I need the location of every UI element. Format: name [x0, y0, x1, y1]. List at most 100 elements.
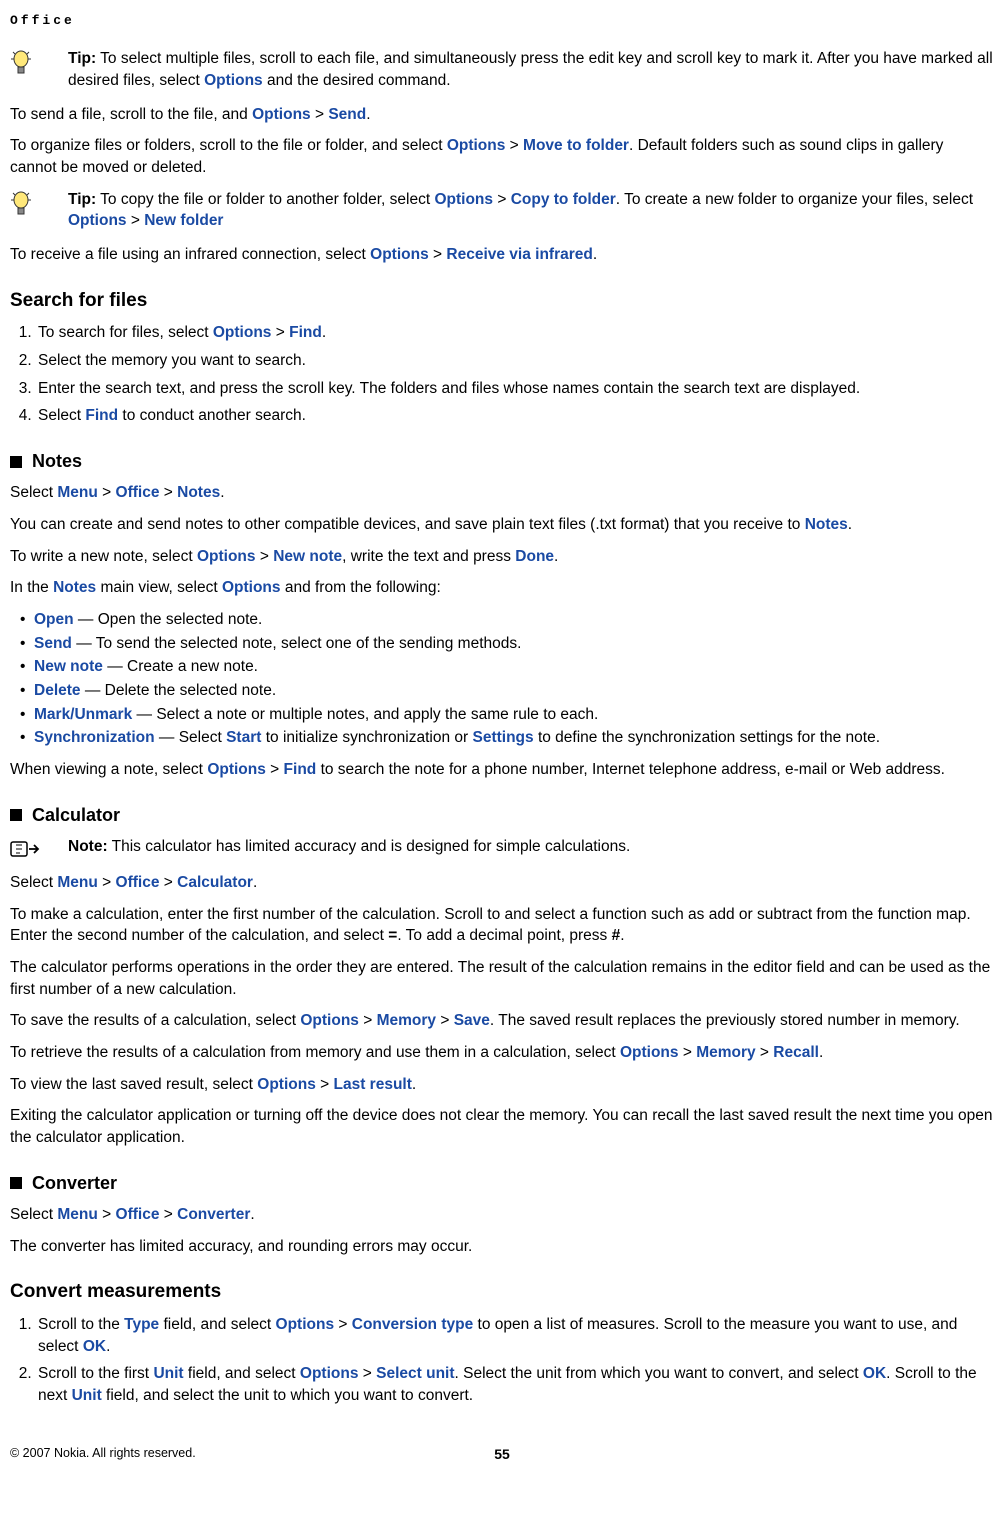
square-bullet-icon [10, 1177, 22, 1189]
paragraph-infrared: To receive a file using an infrared conn… [10, 244, 994, 266]
memory-link: Memory [696, 1044, 755, 1061]
list-item: Scroll to the first Unit field, and sele… [36, 1363, 994, 1406]
gt: > [98, 484, 116, 501]
synchronization-link: Synchronization [34, 729, 155, 746]
gt: > [159, 874, 177, 891]
type-link: Type [124, 1316, 159, 1333]
tip2-t2: . To create a new folder to organize you… [616, 191, 973, 208]
note-text: Note: This calculator has limited accura… [68, 836, 630, 858]
t: Select [10, 1206, 57, 1223]
options-link: Options [197, 548, 256, 565]
notes-path: Select Menu > Office > Notes. [10, 482, 994, 504]
gt: > [429, 246, 447, 263]
options-link: Options [257, 1076, 316, 1093]
done-link: Done [515, 548, 554, 565]
t: — Delete the selected note. [81, 682, 277, 699]
t: . [412, 1076, 416, 1093]
tip-label: Tip: [68, 191, 96, 208]
paragraph-organize: To organize files or folders, scroll to … [10, 135, 994, 178]
hash-key: # [612, 927, 621, 944]
t: main view, select [96, 579, 222, 596]
list-item: •Send — To send the selected note, selec… [20, 633, 994, 655]
t: to search the note for a phone number, I… [316, 761, 945, 778]
gt: > [679, 1044, 697, 1061]
gt: > [98, 1206, 116, 1223]
notes-desc: You can create and send notes to other c… [10, 514, 994, 536]
t: . To add a decimal point, press [397, 927, 611, 944]
t: — Create a new note. [103, 658, 258, 675]
find-link: Find [85, 407, 118, 424]
calculator-link: Calculator [177, 874, 253, 891]
gt: > [127, 212, 145, 229]
t: To search for files, select [38, 324, 213, 341]
gt: > [316, 1076, 334, 1093]
options-link: Options [370, 246, 429, 263]
notes-find: When viewing a note, select Options > Fi… [10, 759, 994, 781]
t: to define the synchronization settings f… [534, 729, 880, 746]
find-link: Find [284, 761, 317, 778]
t: . [250, 1206, 254, 1223]
square-bullet-icon [10, 456, 22, 468]
t: Scroll to the first [38, 1365, 153, 1382]
recall-link: Recall [773, 1044, 819, 1061]
calc-exit: Exiting the calculator application or tu… [10, 1105, 994, 1148]
new-note-link: New note [34, 658, 103, 675]
ok-link: OK [863, 1365, 886, 1382]
office-link: Office [116, 1206, 160, 1223]
copy-to-folder-link: Copy to folder [511, 191, 616, 208]
notes-write: To write a new note, select Options > Ne… [10, 546, 994, 568]
new-folder-link: New folder [144, 212, 223, 229]
square-bullet-icon [10, 809, 22, 821]
t: To retrieve the results of a calculation… [10, 1044, 620, 1061]
gt: > [359, 1012, 377, 1029]
t: When viewing a note, select [10, 761, 207, 778]
notes-title: Notes [32, 449, 82, 474]
convert-steps-list: Scroll to the Type field, and select Opt… [10, 1314, 994, 1407]
p3-t1: To receive a file using an infrared conn… [10, 246, 370, 263]
gt: > [159, 1206, 177, 1223]
move-to-folder-link: Move to folder [523, 137, 629, 154]
heading-calculator: Calculator [10, 803, 994, 828]
start-link: Start [226, 729, 261, 746]
options-link: Options [447, 137, 506, 154]
list-item: Scroll to the Type field, and select Opt… [36, 1314, 994, 1357]
calc-recall: To retrieve the results of a calculation… [10, 1042, 994, 1064]
options-link: Options [620, 1044, 679, 1061]
t: Select [38, 407, 85, 424]
t: — Select [155, 729, 227, 746]
t: To view the last saved result, select [10, 1076, 257, 1093]
list-item: •New note — Create a new note. [20, 656, 994, 678]
paragraph-send-file: To send a file, scroll to the file, and … [10, 104, 994, 126]
gt: > [358, 1365, 376, 1382]
t: . [322, 324, 326, 341]
gt: > [436, 1012, 454, 1029]
list-item: •Mark/Unmark — Select a note or multiple… [20, 704, 994, 726]
gt: > [159, 484, 177, 501]
heading-converter: Converter [10, 1171, 994, 1196]
t: to initialize synchronization or [261, 729, 472, 746]
t: Select [10, 874, 57, 891]
t: To write a new note, select [10, 548, 197, 565]
notes-mainview: In the Notes main view, select Options a… [10, 577, 994, 599]
send-link: Send [328, 106, 366, 123]
options-link: Options [207, 761, 266, 778]
note-icon [10, 836, 60, 860]
list-item: •Delete — Delete the selected note. [20, 680, 994, 702]
last-result-link: Last result [334, 1076, 412, 1093]
page-header: Office [10, 12, 994, 30]
t: field, and select [159, 1316, 275, 1333]
calc-order: The calculator performs operations in th… [10, 957, 994, 1000]
menu-link: Menu [57, 1206, 97, 1223]
tip-text: Tip: To copy the file or folder to anoth… [68, 189, 994, 232]
t: . [819, 1044, 823, 1061]
tip-multiple-files: Tip: To select multiple files, scroll to… [10, 48, 994, 91]
mark-unmark-link: Mark/Unmark [34, 706, 132, 723]
heading-convert-measurements: Convert measurements [10, 1279, 994, 1306]
menu-link: Menu [57, 484, 97, 501]
options-link: Options [204, 72, 263, 89]
conversion-type-link: Conversion type [352, 1316, 473, 1333]
list-item: Enter the search text, and press the scr… [36, 378, 994, 400]
options-link: Options [213, 324, 272, 341]
tip1-text2: and the desired command. [263, 72, 451, 89]
tip2-t1: To copy the file or folder to another fo… [96, 191, 434, 208]
